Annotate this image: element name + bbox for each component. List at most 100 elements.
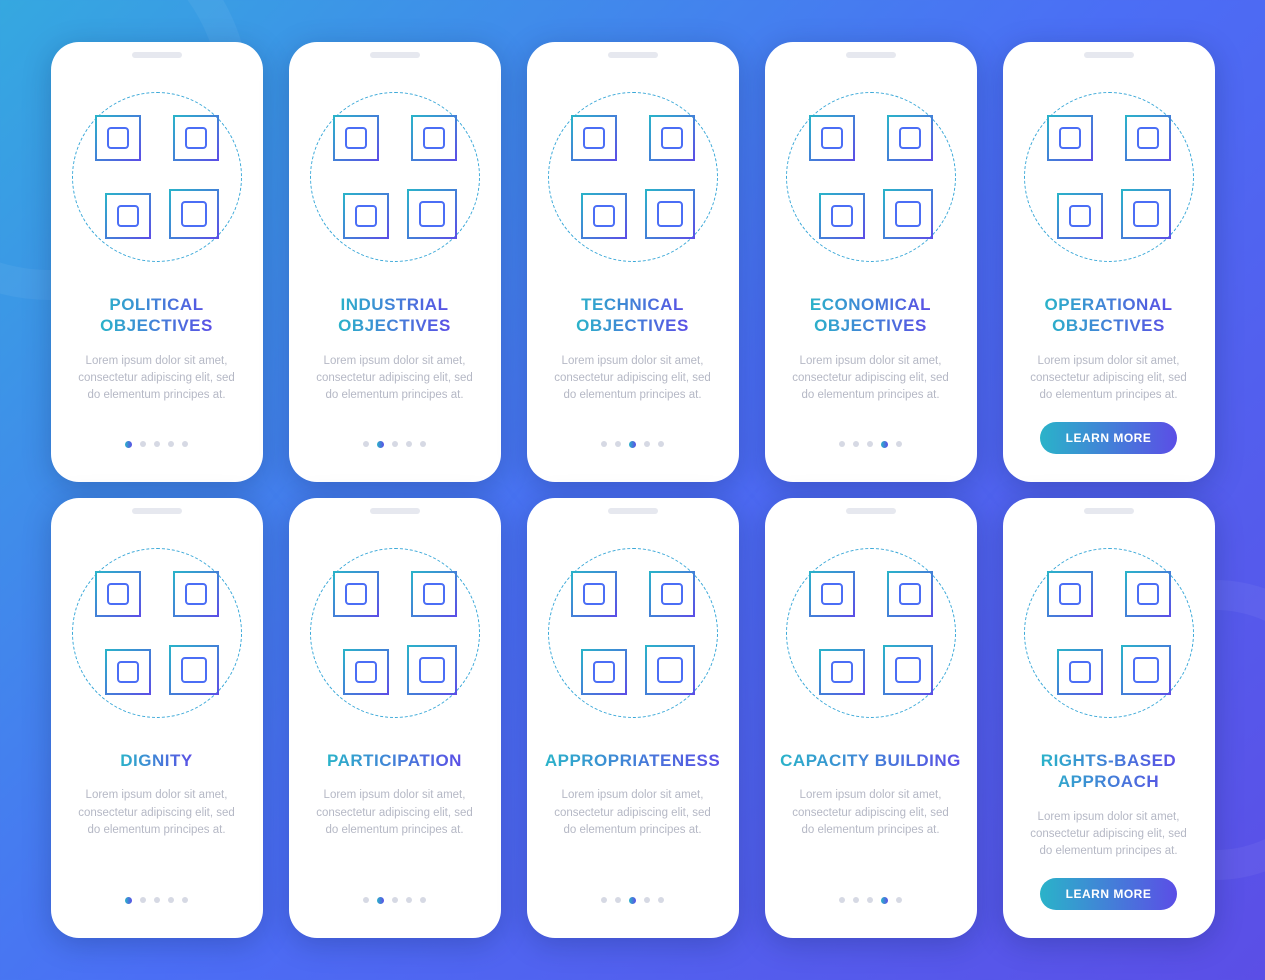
card-description: Lorem ipsum dolor sit amet, consectetur … (541, 787, 725, 839)
card-title: DIGNITY (120, 750, 192, 771)
page-dot[interactable] (853, 897, 859, 903)
page-dot[interactable] (629, 441, 636, 448)
page-dot[interactable] (168, 897, 174, 903)
illustration-circle (72, 548, 242, 718)
mini-icon-cluster (325, 107, 465, 247)
mini-icon (105, 649, 151, 695)
page-dot[interactable] (154, 441, 160, 447)
card-description: Lorem ipsum dolor sit amet, consectetur … (779, 787, 963, 839)
card-title: APPROPRIATENESS (545, 750, 720, 771)
mini-icon (411, 115, 457, 161)
mini-icon (343, 193, 389, 239)
page-dot[interactable] (615, 441, 621, 447)
page-dot[interactable] (867, 441, 873, 447)
page-dot[interactable] (839, 897, 845, 903)
mini-icon (333, 115, 379, 161)
page-dot[interactable] (867, 897, 873, 903)
page-dot[interactable] (125, 897, 132, 904)
page-dot[interactable] (363, 897, 369, 903)
page-dot[interactable] (615, 897, 621, 903)
card-title: POLITICAL OBJECTIVES (100, 294, 213, 337)
mini-icon-cluster (563, 107, 703, 247)
page-dot[interactable] (881, 897, 888, 904)
page-dot[interactable] (853, 441, 859, 447)
onboarding-phone: INDUSTRIAL OBJECTIVESLorem ipsum dolor s… (289, 42, 501, 482)
learn-more-button[interactable]: LEARN MORE (1040, 878, 1178, 910)
page-dot[interactable] (896, 897, 902, 903)
mini-icon-cluster (1039, 563, 1179, 703)
mini-icon (809, 571, 855, 617)
phone-notch (370, 508, 420, 514)
illustration-circle (786, 92, 956, 262)
mini-icon-cluster (801, 563, 941, 703)
page-dot[interactable] (125, 441, 132, 448)
page-dot[interactable] (839, 441, 845, 447)
mini-icon (407, 645, 457, 695)
onboarding-phone: DIGNITYLorem ipsum dolor sit amet, conse… (51, 498, 263, 938)
mini-icon (1057, 649, 1103, 695)
mini-icon (105, 193, 151, 239)
card-title: TECHNICAL OBJECTIVES (576, 294, 689, 337)
mini-icon (883, 645, 933, 695)
page-dot[interactable] (154, 897, 160, 903)
learn-more-button[interactable]: LEARN MORE (1040, 422, 1178, 454)
page-dot[interactable] (140, 897, 146, 903)
page-indicator (839, 441, 902, 462)
page-dot[interactable] (392, 441, 398, 447)
mini-icon (333, 571, 379, 617)
mini-icon (173, 115, 219, 161)
page-dot[interactable] (896, 441, 902, 447)
page-dot[interactable] (140, 441, 146, 447)
page-indicator (125, 441, 188, 462)
card-description: Lorem ipsum dolor sit amet, consectetur … (541, 353, 725, 405)
card-description: Lorem ipsum dolor sit amet, consectetur … (1017, 353, 1201, 405)
card-title: OPERATIONAL OBJECTIVES (1045, 294, 1173, 337)
mini-icon-cluster (563, 563, 703, 703)
page-dot[interactable] (658, 897, 664, 903)
page-dot[interactable] (406, 897, 412, 903)
page-dot[interactable] (168, 441, 174, 447)
page-dot[interactable] (601, 441, 607, 447)
page-dot[interactable] (420, 897, 426, 903)
mini-icon (645, 645, 695, 695)
onboarding-phone: POLITICAL OBJECTIVESLorem ipsum dolor si… (51, 42, 263, 482)
page-dot[interactable] (644, 441, 650, 447)
onboarding-phone: PARTICIPATIONLorem ipsum dolor sit amet,… (289, 498, 501, 938)
card-description: Lorem ipsum dolor sit amet, consectetur … (1017, 809, 1201, 861)
page-dot[interactable] (658, 441, 664, 447)
onboarding-phone: TECHNICAL OBJECTIVES Lorem ipsum dolor si… (527, 42, 739, 482)
page-dot[interactable] (420, 441, 426, 447)
page-dot[interactable] (881, 441, 888, 448)
mini-icon (571, 571, 617, 617)
page-indicator (363, 441, 426, 462)
mini-icon-cluster (87, 563, 227, 703)
page-dot[interactable] (363, 441, 369, 447)
page-indicator (601, 897, 664, 918)
page-dot[interactable] (377, 441, 384, 448)
mini-icon (887, 571, 933, 617)
mini-icon (1057, 193, 1103, 239)
page-dot[interactable] (644, 897, 650, 903)
mini-icon (1047, 115, 1093, 161)
mini-icon (1121, 189, 1171, 239)
illustration-circle (1024, 92, 1194, 262)
phone-notch (1084, 508, 1134, 514)
page-dot[interactable] (377, 897, 384, 904)
mini-icon (645, 189, 695, 239)
mini-icon (169, 189, 219, 239)
card-title: ECONOMICAL OBJECTIVES (810, 294, 931, 337)
mini-icon-cluster (801, 107, 941, 247)
mini-icon (571, 115, 617, 161)
card-title: CAPACITY BUILDING (780, 750, 961, 771)
mini-icon (1121, 645, 1171, 695)
illustration-circle (72, 92, 242, 262)
page-dot[interactable] (406, 441, 412, 447)
page-dot[interactable] (629, 897, 636, 904)
mini-icon (581, 193, 627, 239)
page-indicator (601, 441, 664, 462)
phone-notch (132, 508, 182, 514)
page-dot[interactable] (392, 897, 398, 903)
page-dot[interactable] (182, 897, 188, 903)
page-dot[interactable] (601, 897, 607, 903)
page-dot[interactable] (182, 441, 188, 447)
